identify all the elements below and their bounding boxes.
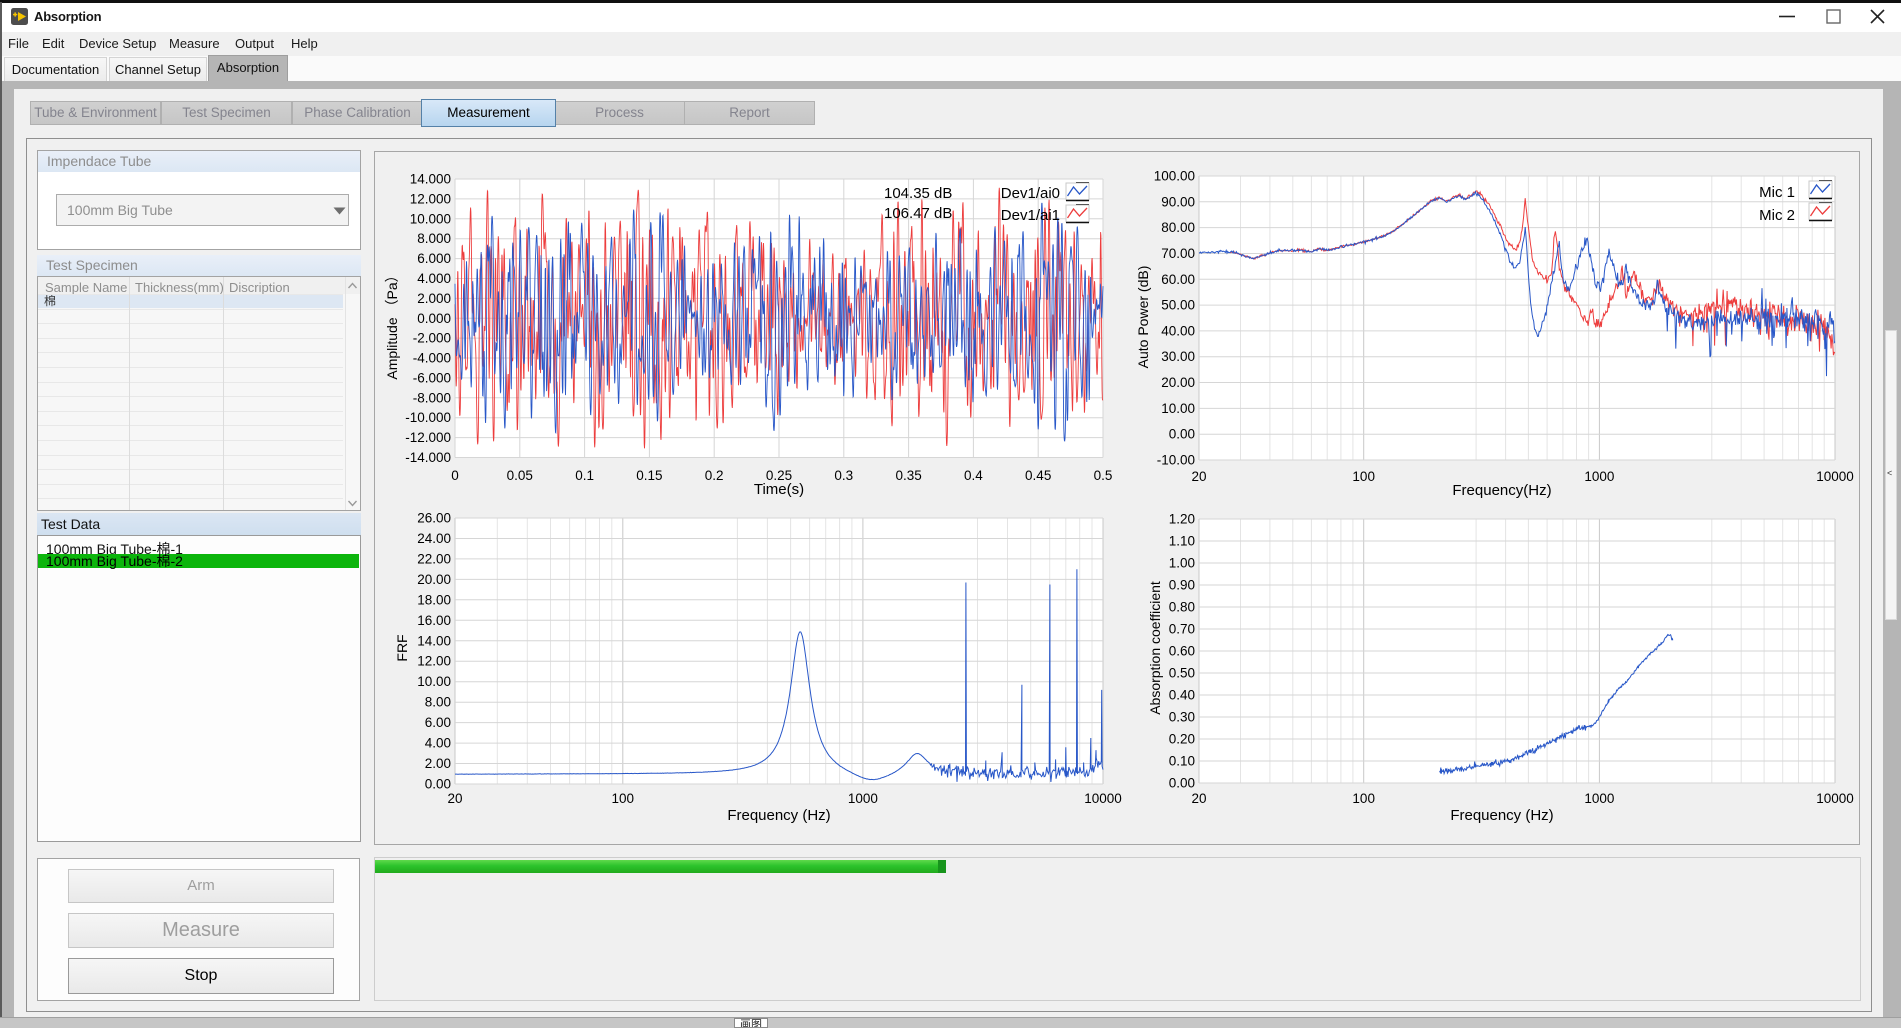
- svg-text:Frequency (Hz): Frequency (Hz): [727, 807, 830, 824]
- svg-text:0: 0: [451, 468, 459, 483]
- svg-text:Mic 1: Mic 1: [1759, 184, 1795, 201]
- svg-text:2.000: 2.000: [417, 291, 451, 306]
- svg-text:-6.000: -6.000: [413, 370, 451, 385]
- svg-text:-10.00: -10.00: [1157, 453, 1195, 468]
- svg-text:0.1: 0.1: [575, 468, 594, 483]
- svg-text:14.000: 14.000: [410, 172, 451, 187]
- svg-text:10.000: 10.000: [410, 211, 451, 226]
- svg-text:106.47 dB: 106.47 dB: [884, 205, 952, 222]
- svg-text:Absorption coefficient: Absorption coefficient: [1147, 581, 1163, 715]
- svg-text:20: 20: [1191, 469, 1206, 484]
- svg-text:0.20: 0.20: [1169, 732, 1195, 747]
- svg-text:70.00: 70.00: [1161, 246, 1195, 261]
- svg-text:0.60: 0.60: [1169, 644, 1195, 659]
- svg-text:1.20: 1.20: [1169, 512, 1195, 527]
- svg-text:100: 100: [1352, 791, 1375, 806]
- svg-text:90.00: 90.00: [1161, 194, 1195, 209]
- svg-text:80.00: 80.00: [1161, 220, 1195, 235]
- svg-text:0.05: 0.05: [507, 468, 533, 483]
- svg-text:30.00: 30.00: [1161, 349, 1195, 364]
- svg-text:-12.000: -12.000: [405, 430, 451, 445]
- svg-text:4.00: 4.00: [425, 736, 451, 751]
- svg-text:0.00: 0.00: [1169, 427, 1195, 442]
- svg-text:0.3: 0.3: [834, 468, 853, 483]
- svg-text:0.2: 0.2: [705, 468, 724, 483]
- svg-text:0.50: 0.50: [1169, 666, 1195, 681]
- svg-text:60.00: 60.00: [1161, 272, 1195, 287]
- svg-text:10000: 10000: [1816, 469, 1854, 484]
- svg-text:0.10: 0.10: [1169, 754, 1195, 769]
- svg-text:10000: 10000: [1816, 791, 1854, 806]
- svg-text:1.10: 1.10: [1169, 534, 1195, 549]
- svg-text:0.00: 0.00: [425, 777, 451, 792]
- svg-text:4.000: 4.000: [417, 271, 451, 286]
- svg-text:0.40: 0.40: [1169, 688, 1195, 703]
- svg-text:8.000: 8.000: [417, 231, 451, 246]
- svg-text:20.00: 20.00: [1161, 375, 1195, 390]
- svg-text:Mic 2: Mic 2: [1759, 207, 1795, 224]
- svg-text:1.00: 1.00: [1169, 556, 1195, 571]
- svg-text:50.00: 50.00: [1161, 298, 1195, 313]
- svg-text:14.00: 14.00: [417, 633, 451, 648]
- svg-text:Dev1/ai1: Dev1/ai1: [1001, 207, 1060, 224]
- svg-text:0.00: 0.00: [1169, 776, 1195, 791]
- svg-text:-10.000: -10.000: [405, 410, 451, 425]
- svg-text:10.00: 10.00: [1161, 401, 1195, 416]
- svg-text:-2.000: -2.000: [413, 331, 451, 346]
- svg-text:-14.000: -14.000: [405, 450, 451, 465]
- svg-text:0.80: 0.80: [1169, 600, 1195, 615]
- svg-text:0.5: 0.5: [1094, 468, 1113, 483]
- svg-text:10.00: 10.00: [417, 674, 451, 689]
- svg-text:104.35 dB: 104.35 dB: [884, 185, 952, 202]
- svg-text:2.00: 2.00: [425, 756, 451, 771]
- svg-text:Time(s): Time(s): [754, 481, 804, 498]
- svg-text:8.00: 8.00: [425, 695, 451, 710]
- svg-text:-8.000: -8.000: [413, 390, 451, 405]
- svg-text:16.00: 16.00: [417, 613, 451, 628]
- svg-text:Dev1/ai0: Dev1/ai0: [1001, 185, 1060, 202]
- svg-text:Amplitude （Pa）: Amplitude （Pa）: [384, 268, 400, 379]
- svg-text:20.00: 20.00: [417, 572, 451, 587]
- svg-text:20: 20: [1191, 791, 1206, 806]
- svg-text:0.90: 0.90: [1169, 578, 1195, 593]
- svg-text:12.000: 12.000: [410, 191, 451, 206]
- svg-text:40.00: 40.00: [1161, 323, 1195, 338]
- svg-text:18.00: 18.00: [417, 592, 451, 607]
- svg-text:0.15: 0.15: [636, 468, 662, 483]
- svg-text:Frequency (Hz): Frequency (Hz): [1450, 807, 1553, 824]
- svg-text:22.00: 22.00: [417, 551, 451, 566]
- svg-text:1000: 1000: [848, 791, 878, 806]
- svg-text:FRF: FRF: [394, 634, 410, 661]
- svg-text:Auto Power (dB): Auto Power (dB): [1135, 266, 1151, 369]
- svg-text:1000: 1000: [1584, 469, 1614, 484]
- svg-text:0.45: 0.45: [1025, 468, 1051, 483]
- svg-text:0.000: 0.000: [417, 311, 451, 326]
- svg-text:6.000: 6.000: [417, 251, 451, 266]
- svg-text:0.4: 0.4: [964, 468, 983, 483]
- svg-text:26.00: 26.00: [417, 511, 451, 526]
- svg-text:10000: 10000: [1084, 791, 1122, 806]
- svg-text:24.00: 24.00: [417, 531, 451, 546]
- svg-text:-4.000: -4.000: [413, 351, 451, 366]
- svg-text:12.00: 12.00: [417, 654, 451, 669]
- svg-text:100: 100: [1352, 469, 1375, 484]
- svg-text:1000: 1000: [1584, 791, 1614, 806]
- svg-text:6.00: 6.00: [425, 715, 451, 730]
- svg-text:0.70: 0.70: [1169, 622, 1195, 637]
- svg-text:0.30: 0.30: [1169, 710, 1195, 725]
- svg-text:100: 100: [612, 791, 635, 806]
- svg-text:20: 20: [447, 791, 462, 806]
- svg-text:0.35: 0.35: [895, 468, 921, 483]
- svg-text:Frequency(Hz): Frequency(Hz): [1452, 482, 1551, 499]
- svg-text:100.00: 100.00: [1154, 169, 1195, 184]
